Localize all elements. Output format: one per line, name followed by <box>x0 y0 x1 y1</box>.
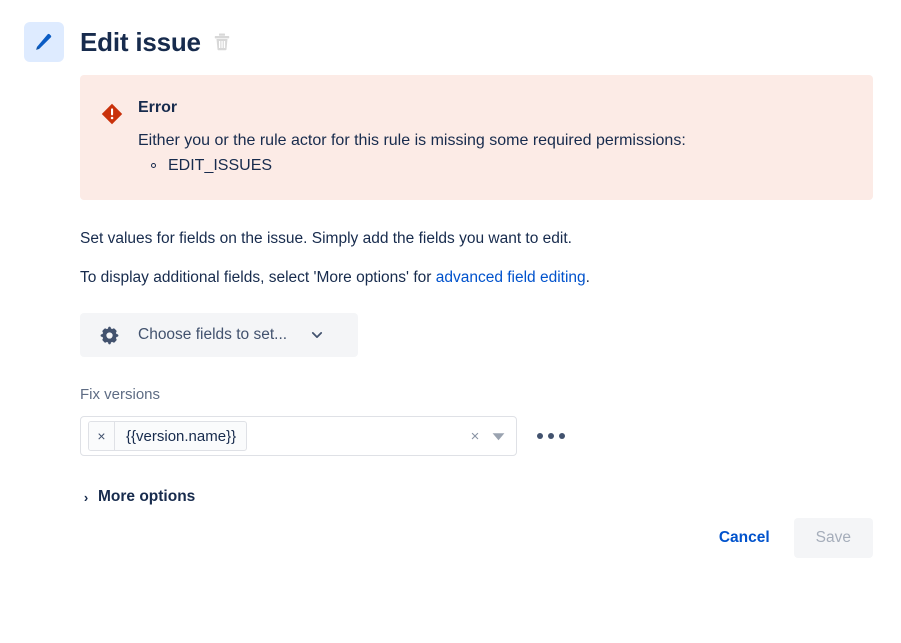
more-options-label: More options <box>98 488 195 506</box>
advanced-field-editing-link[interactable]: advanced field editing <box>436 269 586 286</box>
panel-footer: Cancel Save <box>707 518 873 558</box>
dropdown-triangle-icon[interactable] <box>486 432 510 441</box>
pencil-icon <box>24 22 64 62</box>
error-body: Error Either you or the rule actor for t… <box>138 95 686 178</box>
gear-icon <box>98 324 120 346</box>
more-options-toggle[interactable]: › More options <box>80 488 195 506</box>
panel-header: Edit issue <box>24 22 233 62</box>
fix-versions-field: Fix versions × {{version.name}} × <box>80 385 873 456</box>
chip-remove-icon[interactable]: × <box>89 422 115 450</box>
error-message: Either you or the rule actor for this ru… <box>138 130 686 152</box>
edit-issue-panel: Edit issue <box>0 0 901 643</box>
choose-fields-button[interactable]: Choose fields to set... <box>80 313 358 357</box>
description-line-2-suffix: . <box>586 269 590 286</box>
chevron-right-icon: › <box>80 490 92 505</box>
description-line-1: Set values for fields on the issue. Simp… <box>80 228 873 250</box>
chevron-down-icon <box>309 327 325 343</box>
description-line-2-prefix: To display additional fields, select 'Mo… <box>80 269 436 286</box>
fix-versions-row: × {{version.name}} × <box>80 416 873 456</box>
error-permission-list: EDIT_ISSUES <box>138 154 686 178</box>
panel-content: Error Either you or the rule actor for t… <box>80 75 873 507</box>
description-line-2: To display additional fields, select 'Mo… <box>80 267 873 289</box>
chip-label: {{version.name}} <box>115 422 246 450</box>
choose-fields-label: Choose fields to set... <box>138 326 287 344</box>
trash-icon[interactable] <box>211 30 233 54</box>
fix-versions-chip: × {{version.name}} <box>88 421 247 451</box>
fix-versions-label: Fix versions <box>80 385 873 405</box>
clear-icon[interactable]: × <box>464 428 486 445</box>
ellipsis-dot <box>559 433 565 439</box>
error-diamond-icon <box>100 102 124 126</box>
page-title: Edit issue <box>80 27 201 57</box>
title-row: Edit issue <box>80 22 233 62</box>
cancel-button[interactable]: Cancel <box>707 519 782 557</box>
ellipsis-icon[interactable] <box>535 427 567 445</box>
error-banner: Error Either you or the rule actor for t… <box>80 75 873 200</box>
save-button[interactable]: Save <box>794 518 873 558</box>
ellipsis-dot <box>548 433 554 439</box>
ellipsis-dot <box>537 433 543 439</box>
list-item: EDIT_ISSUES <box>168 154 686 178</box>
fix-versions-select[interactable]: × {{version.name}} × <box>80 416 517 456</box>
error-title: Error <box>138 97 686 119</box>
